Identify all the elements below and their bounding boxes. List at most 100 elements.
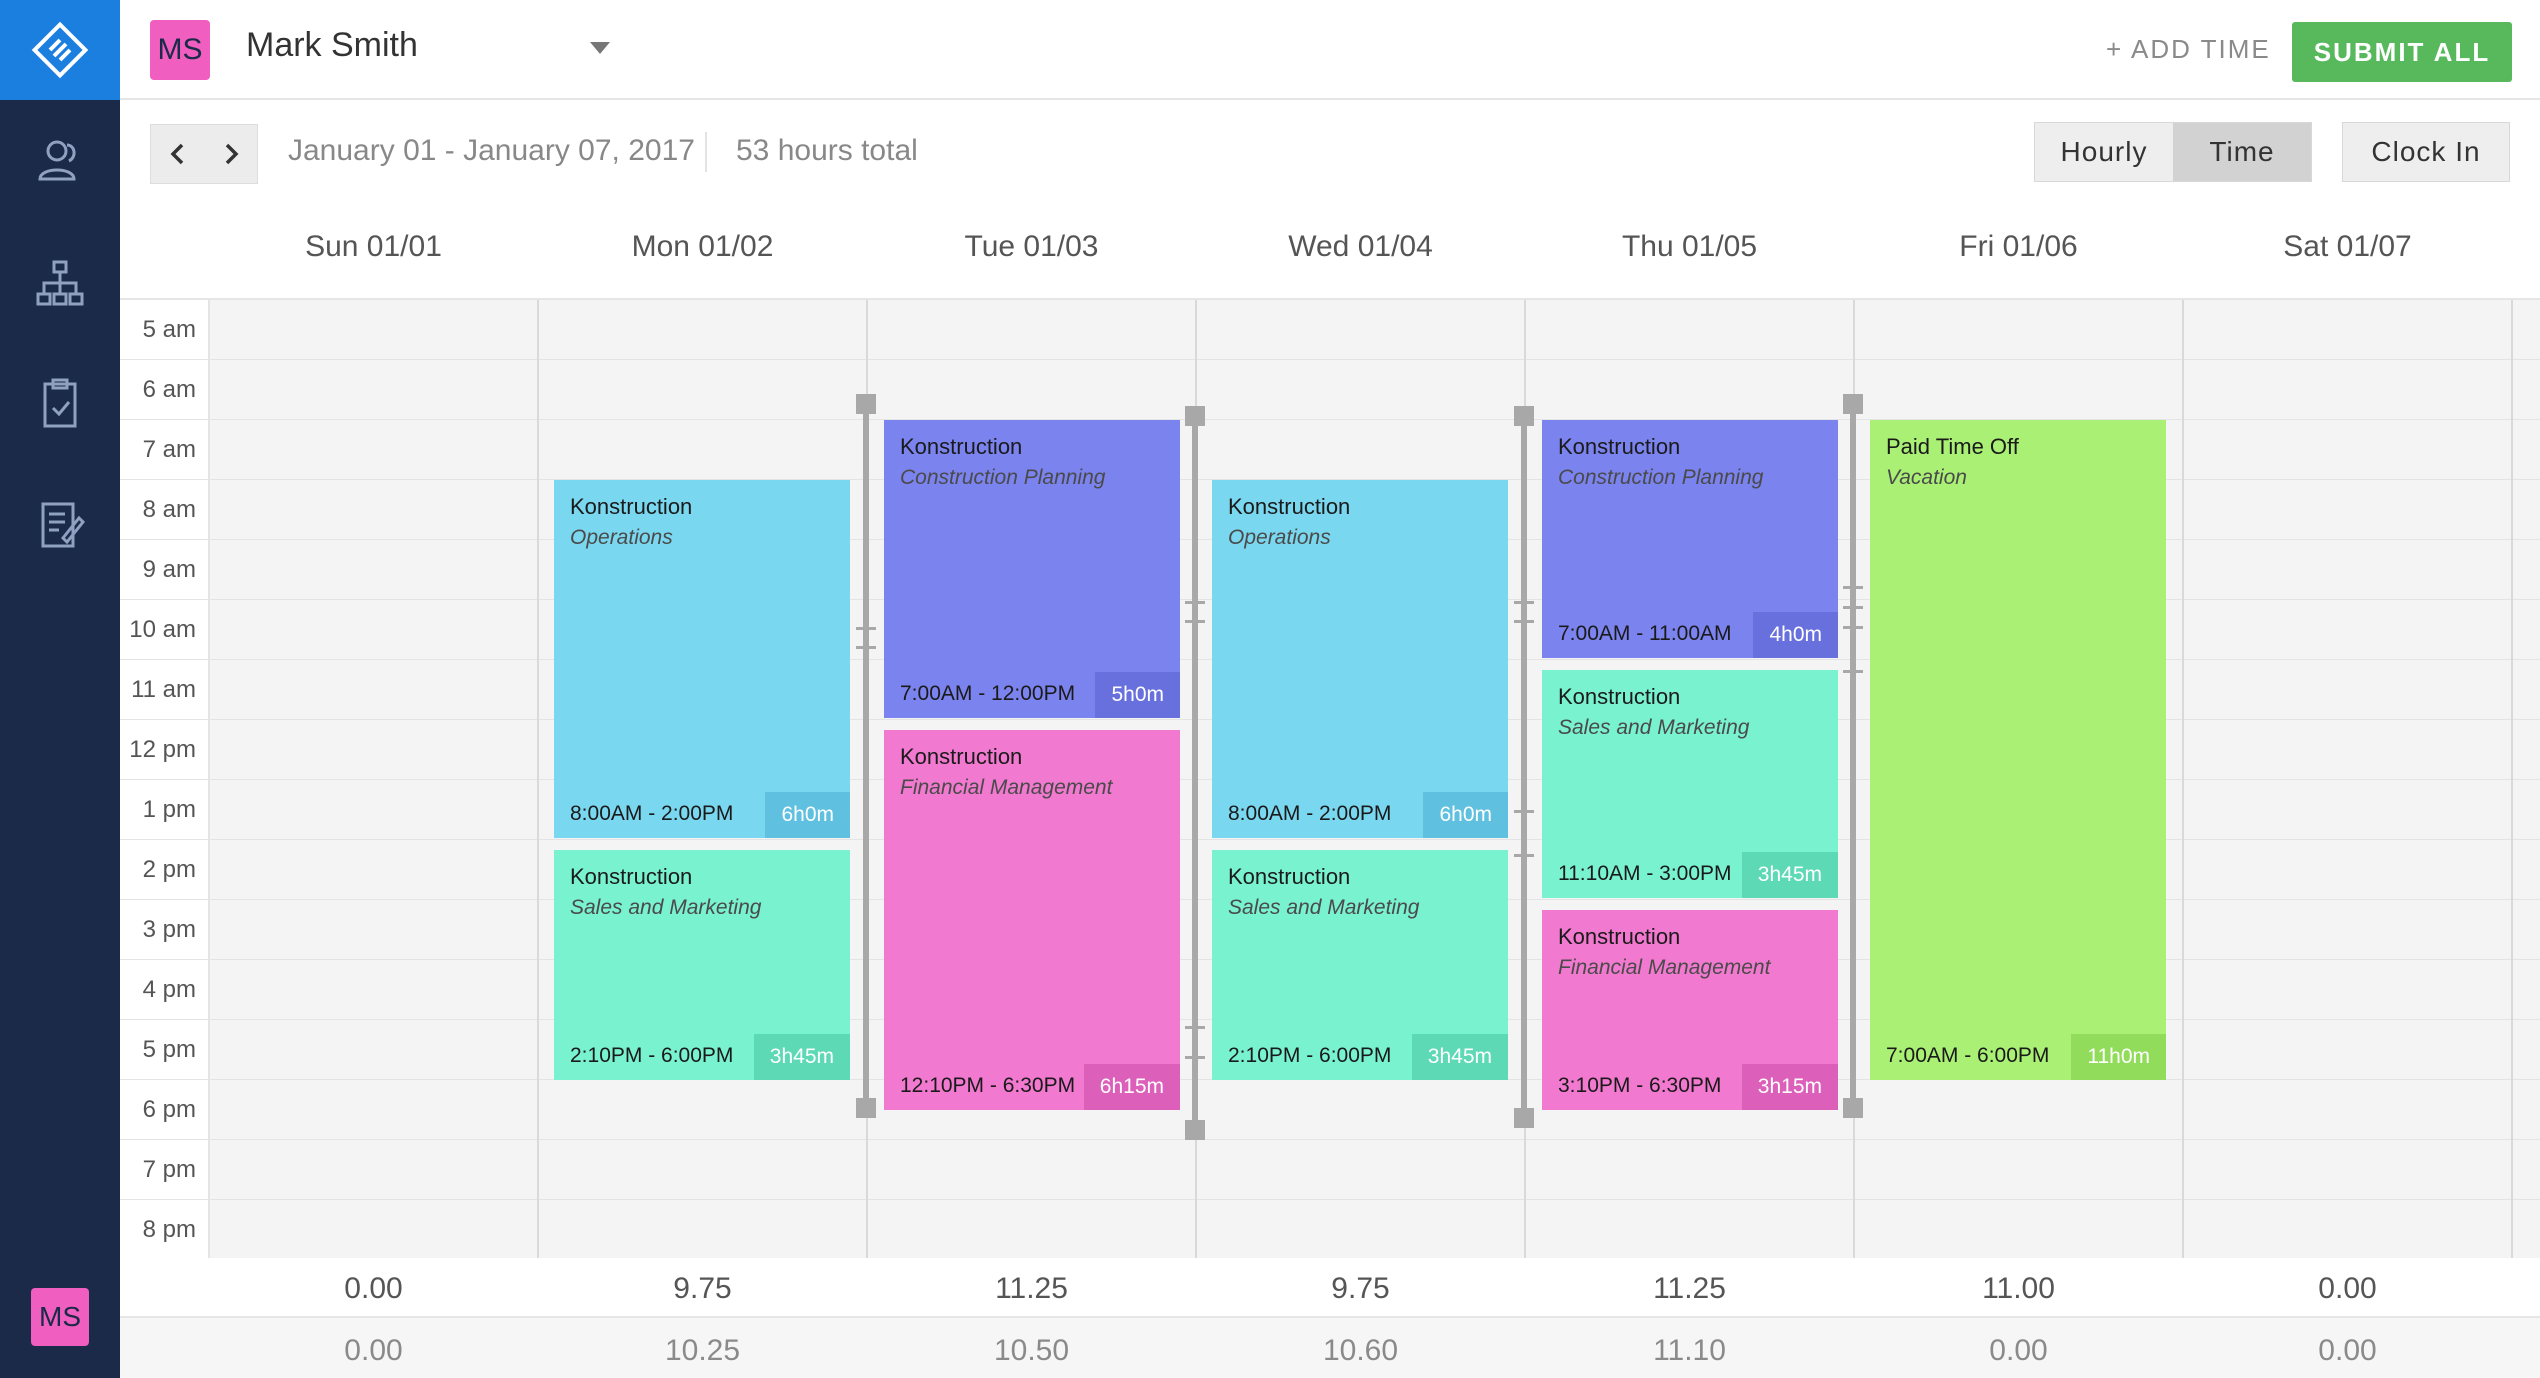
- notes-edit-icon[interactable]: [30, 494, 90, 554]
- hour-row: 6 pm: [120, 1080, 2540, 1140]
- day-header: Thu 01/05: [1621, 230, 1758, 263]
- entry-title: Konstruction: [1558, 434, 1681, 459]
- day-header: Sat 01/07: [2283, 230, 2412, 263]
- sidebar-avatar[interactable]: MS: [31, 1288, 89, 1346]
- hour-row: 8 pm: [120, 1200, 2540, 1260]
- day-header: Tue 01/03: [964, 230, 1099, 263]
- connector-handle[interactable]: [1185, 1120, 1205, 1140]
- day-header: Mon 01/02: [631, 230, 774, 263]
- divider: [208, 300, 210, 1260]
- entry-title: Konstruction: [1228, 494, 1351, 519]
- hour-row: 5 am: [120, 300, 2540, 360]
- connector-handle[interactable]: [1843, 1098, 1863, 1118]
- break-connector[interactable]: [1192, 416, 1198, 1126]
- entry-time: 2:10PM - 6:00PM: [1228, 1044, 1392, 1067]
- connector-handle[interactable]: [1514, 1108, 1534, 1128]
- entry-duration: 6h0m: [1423, 792, 1508, 838]
- connector-handle[interactable]: [1514, 406, 1534, 426]
- total-value: 10.60: [1322, 1334, 1399, 1367]
- avatar[interactable]: MS: [150, 20, 210, 80]
- total-value: 0.00: [344, 1334, 403, 1367]
- hour-label: 2 pm: [142, 856, 196, 883]
- entry-task: Sales and Marketing: [1228, 896, 1420, 919]
- time-entry[interactable]: Konstruction Operations 8:00AM - 2:00PM …: [554, 480, 850, 838]
- entry-time: 7:00AM - 11:00AM: [1558, 622, 1732, 645]
- time-entry[interactable]: Konstruction Operations 8:00AM - 2:00PM …: [1212, 480, 1508, 838]
- time-entry[interactable]: Konstruction Financial Management 12:10P…: [884, 730, 1180, 1110]
- entry-duration: 11h0m: [2071, 1034, 2166, 1080]
- divider: [2511, 300, 2513, 1260]
- prev-week-button[interactable]: [151, 125, 204, 183]
- user-name[interactable]: Mark Smith: [246, 26, 418, 65]
- total-value: 11.10: [1653, 1334, 1726, 1367]
- entry-duration: 3h45m: [753, 1034, 850, 1080]
- users-icon[interactable]: [30, 130, 90, 190]
- entry-title: Konstruction: [1558, 684, 1681, 709]
- view-time-option[interactable]: Time: [2173, 123, 2311, 181]
- connector-tick: [1514, 854, 1534, 857]
- entry-duration: 6h0m: [765, 792, 850, 838]
- entry-task: Construction Planning: [1558, 466, 1764, 489]
- chevron-down-icon[interactable]: [590, 42, 610, 54]
- clock-in-button[interactable]: Clock In: [2342, 122, 2510, 182]
- view-hourly-option[interactable]: Hourly: [2035, 123, 2173, 181]
- break-connector[interactable]: [863, 404, 869, 1110]
- connector-handle[interactable]: [1185, 406, 1205, 426]
- connector-handle[interactable]: [856, 1098, 876, 1118]
- hour-label: 9 am: [142, 556, 196, 583]
- time-entry[interactable]: Paid Time Off Vacation 7:00AM - 6:00PM 1…: [1870, 420, 2166, 1080]
- submit-all-button[interactable]: SUBMIT ALL: [2292, 22, 2512, 82]
- entry-task: Construction Planning: [900, 466, 1106, 489]
- hour-row: 7 am: [120, 420, 2540, 480]
- entry-title: Konstruction: [570, 494, 693, 519]
- org-chart-icon[interactable]: [30, 254, 90, 314]
- entry-task: Financial Management: [1558, 956, 1771, 979]
- hour-label: 8 am: [142, 496, 196, 523]
- clipboard-check-icon[interactable]: [30, 374, 90, 434]
- hour-label: 3 pm: [142, 916, 196, 943]
- top-header: MS Mark Smith + ADD TIME SUBMIT ALL: [120, 0, 2540, 100]
- entry-title: Konstruction: [900, 434, 1023, 459]
- break-connector[interactable]: [1521, 416, 1527, 1114]
- entry-time: 2:10PM - 6:00PM: [570, 1044, 734, 1067]
- hour-label: 6 am: [142, 376, 196, 403]
- hour-label: 5 pm: [142, 1036, 196, 1063]
- connector-tick: [1514, 810, 1534, 813]
- time-entry[interactable]: Konstruction Financial Management 3:10PM…: [1542, 910, 1838, 1110]
- time-entry[interactable]: Konstruction Sales and Marketing 2:10PM …: [1212, 850, 1508, 1080]
- hour-label: 7 am: [142, 436, 196, 463]
- hour-label: 1 pm: [142, 796, 196, 823]
- next-week-button[interactable]: [204, 125, 257, 183]
- connector-handle[interactable]: [856, 394, 876, 414]
- time-entry[interactable]: Konstruction Sales and Marketing 11:10AM…: [1542, 670, 1838, 898]
- connector-handle[interactable]: [1843, 394, 1863, 414]
- hour-label: 11 am: [131, 676, 196, 703]
- hour-row: 6 am: [120, 360, 2540, 420]
- logo-icon[interactable]: [0, 0, 120, 100]
- total-value: 0.00: [2318, 1334, 2377, 1367]
- divider: [705, 132, 707, 172]
- entry-time: 8:00AM - 2:00PM: [1228, 802, 1392, 825]
- entry-duration: 3h45m: [1411, 1034, 1508, 1080]
- time-entry[interactable]: Konstruction Construction Planning 7:00A…: [884, 420, 1180, 718]
- entry-title: Konstruction: [1558, 924, 1681, 949]
- total-value: 10.50: [993, 1334, 1070, 1367]
- entry-duration: 3h15m: [1741, 1064, 1838, 1110]
- entry-time: 3:10PM - 6:30PM: [1558, 1074, 1722, 1097]
- time-entry[interactable]: Konstruction Sales and Marketing 2:10PM …: [554, 850, 850, 1080]
- hour-label: 12 pm: [129, 736, 196, 763]
- connector-tick: [856, 627, 876, 630]
- connector-tick: [1514, 601, 1534, 604]
- divider: [2182, 300, 2184, 1260]
- break-connector[interactable]: [1850, 404, 1856, 1110]
- totals-row: 0.00 9.75 11.25 9.75 11.25 11.00 0.00: [120, 1258, 2540, 1318]
- daily-totals: 0.00 9.75 11.25 9.75 11.25 11.00 0.00 0.…: [120, 1258, 2540, 1378]
- day-header: Sun 01/01: [305, 230, 442, 263]
- time-entry[interactable]: Konstruction Construction Planning 7:00A…: [1542, 420, 1838, 658]
- add-time-button[interactable]: + ADD TIME: [2106, 34, 2271, 65]
- connector-tick: [1185, 620, 1205, 623]
- entry-time: 7:00AM - 12:00PM: [900, 682, 1076, 705]
- entry-time: 8:00AM - 2:00PM: [570, 802, 734, 825]
- sidebar: MS: [0, 0, 120, 1378]
- day-header: Fri 01/06: [1959, 230, 2078, 263]
